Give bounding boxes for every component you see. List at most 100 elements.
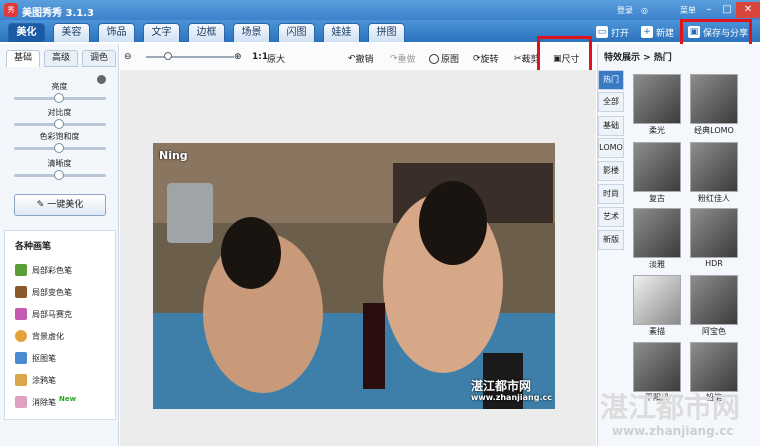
contrast-label: 对比度 [47, 108, 72, 117]
subtab-basic[interactable]: 基础 [6, 50, 40, 67]
blur-icon [15, 330, 27, 342]
ratio-button[interactable]: 1:1 [252, 52, 268, 62]
maximize-icon[interactable]: □ [718, 2, 736, 18]
brush-cutout[interactable]: 抠图笔 [15, 352, 56, 364]
effect-label: 经典LOMO [694, 126, 734, 135]
brush-color-pen[interactable]: 局部彩色笔 [15, 264, 72, 276]
mosaic-icon [15, 308, 27, 320]
brush-background-blur[interactable]: 背景虚化 [15, 330, 64, 342]
photo-watermark-url: www.zhanjiang.cc [471, 393, 552, 402]
image-toolbar: ⊖ ⊕ 1:1 原大 ↶ 撤销 ↷ 重做 原图 ⟳ 旋转 ✂ 裁剪 ▣ 尺寸 [120, 44, 596, 70]
tab-beauty-face[interactable]: 美容 [53, 23, 90, 42]
brightness-slider[interactable] [14, 93, 106, 103]
original-size-button[interactable]: 原大 [267, 52, 285, 65]
zoom-in-icon[interactable]: ⊕ [234, 52, 242, 62]
effect-thumb[interactable] [690, 208, 738, 258]
slider-knob[interactable] [54, 93, 64, 103]
zoom-knob[interactable] [164, 52, 172, 60]
doodle-icon [15, 374, 27, 386]
cutout-icon [15, 352, 27, 364]
effect-thumb[interactable] [633, 275, 681, 325]
slider-knob[interactable] [54, 119, 64, 129]
zoom-slider[interactable] [146, 52, 234, 60]
effect-thumb[interactable] [690, 142, 738, 192]
effect-thumb[interactable] [633, 342, 681, 392]
title-bar: 秀 美图秀秀 3.1.3 登录 ◎ 菜单 – □ ✕ [0, 0, 760, 20]
effect-label: 粉红佳人 [698, 194, 730, 203]
photo-watermark: 湛江都市网 [471, 379, 532, 393]
effect-label: 柔光 [649, 126, 665, 135]
category-studio[interactable]: 影楼 [598, 161, 624, 181]
category-basic[interactable]: 基础 [598, 116, 624, 136]
effect-label: HDR [705, 259, 723, 268]
effect-label: 复古 [649, 194, 665, 203]
category-art[interactable]: 艺术 [598, 207, 624, 227]
plus-icon: + [641, 26, 653, 38]
subtab-advanced[interactable]: 高级 [44, 50, 78, 67]
tab-accessories[interactable]: 饰品 [98, 23, 135, 42]
photo-corner-text: Ning [159, 149, 188, 162]
tab-text[interactable]: 文字 [143, 23, 180, 42]
folder-icon: ▭ [596, 26, 608, 38]
brush-doodle[interactable]: 涂鸦笔 [15, 374, 56, 386]
slider-knob[interactable] [54, 143, 64, 153]
undo-button[interactable]: ↶ 撤销 [348, 52, 374, 66]
tab-scene[interactable]: 场景 [233, 23, 270, 42]
undo-icon: ↶ [348, 53, 356, 64]
slider-knob[interactable] [54, 170, 64, 180]
brush-panel: 各种画笔 局部彩色笔 局部变色笔 局部马赛克 背景虚化 抠图笔 涂鸦笔 消除笔 N… [4, 230, 116, 420]
subtab-color[interactable]: 调色 [82, 50, 116, 67]
effect-thumb[interactable] [633, 142, 681, 192]
brush-panel-title: 各种画笔 [15, 242, 52, 252]
brush-mosaic[interactable]: 局部马赛克 [15, 308, 72, 320]
redo-button[interactable]: ↷ 重做 [390, 52, 416, 66]
weibo-icon[interactable]: ◎ [641, 6, 648, 15]
open-button[interactable]: ▭ 打开 [596, 24, 629, 40]
menu-button[interactable]: 菜单 [680, 5, 696, 16]
close-icon[interactable]: ✕ [736, 2, 760, 18]
login-link[interactable]: 登录 [617, 5, 633, 16]
edited-photo[interactable]: Ning 湛江都市网 www.zhanjiang.cc [153, 143, 555, 409]
site-watermark: 湛江都市网 [600, 391, 741, 424]
new-badge: New [59, 395, 77, 403]
tab-flash[interactable]: 闪图 [278, 23, 315, 42]
tab-collage[interactable]: 拼图 [368, 23, 405, 42]
crop-icon: ✂ [514, 53, 522, 64]
canvas-area[interactable]: Ning 湛江都市网 www.zhanjiang.cc [120, 70, 596, 446]
minimize-icon[interactable]: – [700, 2, 718, 18]
original-button[interactable]: 原图 [429, 52, 459, 65]
one-key-beautify-button[interactable]: ✎ 一键美化 [14, 194, 106, 216]
effect-label: 素描 [649, 327, 665, 336]
effect-thumb[interactable] [690, 74, 738, 124]
category-hot[interactable]: 热门 [598, 70, 624, 90]
effect-thumb[interactable] [690, 275, 738, 325]
effect-thumb[interactable] [633, 74, 681, 124]
rotate-button[interactable]: ⟳ 旋转 [473, 52, 499, 66]
site-watermark-url: www.zhanjiang.cc [612, 424, 734, 438]
category-new[interactable]: 新版 [598, 230, 624, 250]
color-pen-icon [15, 264, 27, 276]
magic-wand-icon: ✎ [36, 200, 48, 210]
category-fashion[interactable]: 时尚 [598, 184, 624, 204]
category-all[interactable]: 全部 [598, 92, 624, 112]
crop-button[interactable]: ✂ 裁剪 [514, 52, 540, 66]
tab-frame[interactable]: 边框 [188, 23, 225, 42]
tab-beautify[interactable]: 美化 [8, 23, 45, 42]
app-title: 美图秀秀 3.1.3 [22, 8, 94, 19]
effect-label: 阿宝色 [702, 327, 726, 336]
contrast-slider[interactable] [14, 119, 106, 129]
category-lomo[interactable]: LOMO [598, 138, 624, 158]
effect-thumb[interactable] [633, 208, 681, 258]
brush-eraser[interactable]: 消除笔 New [15, 395, 77, 408]
brush-recolor-pen[interactable]: 局部变色笔 [15, 286, 72, 298]
original-icon [429, 53, 439, 64]
zoom-out-icon[interactable]: ⊖ [124, 52, 132, 62]
new-button[interactable]: + 新建 [641, 24, 674, 40]
eraser-icon [15, 396, 27, 408]
sharpness-slider[interactable] [14, 170, 106, 180]
effect-thumb[interactable] [690, 342, 738, 392]
left-panel: 基础 高级 调色 亮度 对比度 色彩饱和度 清晰度 ✎ 一键美化 各种画笔 局部… [0, 44, 119, 446]
brightness-label: 亮度 [51, 82, 68, 91]
saturation-slider[interactable] [14, 143, 106, 153]
tab-doll[interactable]: 娃娃 [323, 23, 360, 42]
